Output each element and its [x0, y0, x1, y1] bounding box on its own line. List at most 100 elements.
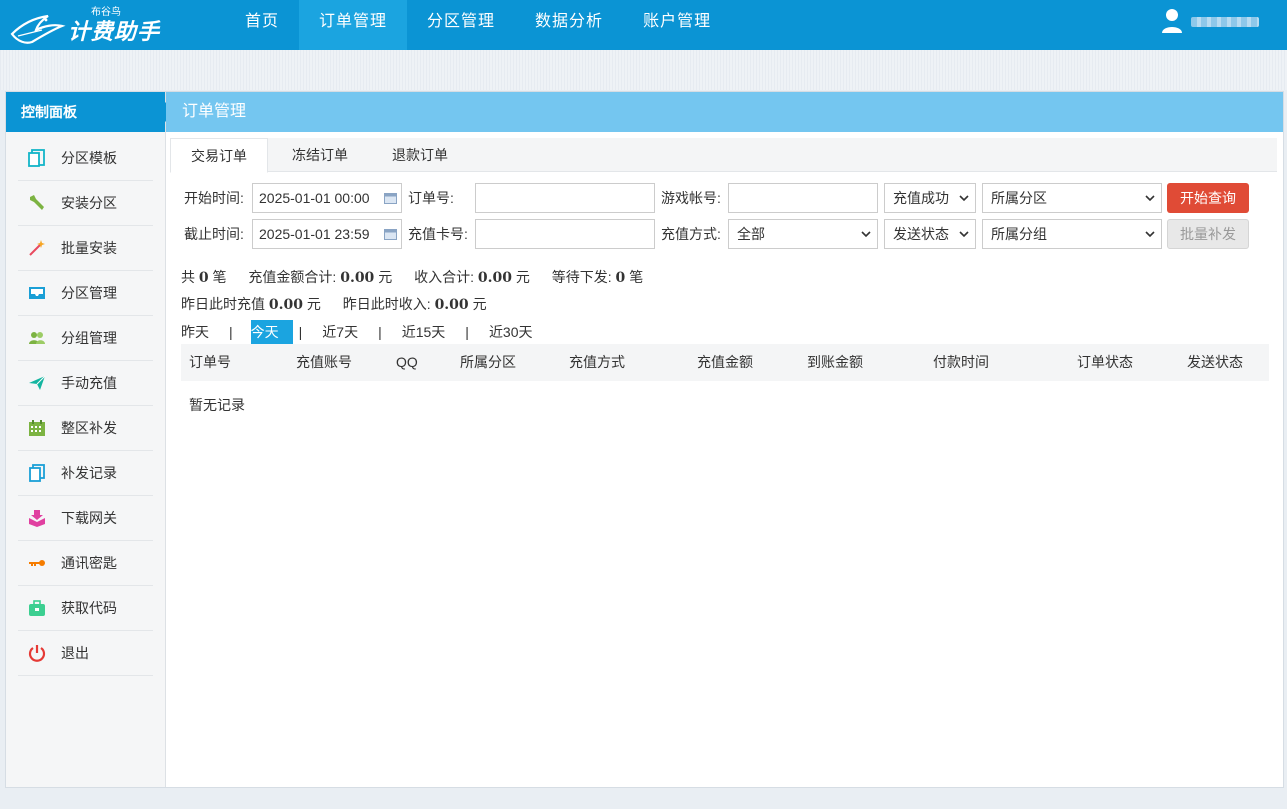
yuan-unit: 元	[306, 296, 321, 312]
total-count: 0	[198, 270, 209, 286]
tab-frozen-orders[interactable]: 冻结订单	[272, 138, 368, 172]
range-separator: |	[465, 324, 469, 340]
batch-reissue-button[interactable]: 批量补发	[1167, 219, 1249, 249]
content-area: 订单管理 交易订单 冻结订单 退款订单 开始时间: 2025-01-01 00:…	[166, 92, 1283, 787]
calendar-icon	[384, 193, 397, 204]
user-menu[interactable]	[1161, 8, 1259, 34]
content-title: 订单管理	[166, 92, 1283, 132]
sidebar-item-reissue-log[interactable]: 补发记录	[18, 451, 153, 496]
filter-row-1: 开始时间: 2025-01-01 00:00 订单号: 游戏帐号: 充值成功 所…	[184, 183, 1162, 213]
yesterday-recharge: 0.00	[268, 297, 303, 313]
logo-title: 计费助手	[68, 19, 161, 44]
yesterday-recharge-label: 昨日此时充值	[181, 296, 265, 312]
start-time-label: 开始时间:	[184, 190, 244, 206]
order-no-label: 订单号:	[408, 190, 454, 206]
sidebar-item-group-manage[interactable]: 分组管理	[18, 316, 153, 361]
sidebar-item-logout[interactable]: 退出	[18, 631, 153, 676]
range-today[interactable]: 今天	[250, 320, 293, 344]
income-sum: 0.00	[477, 270, 512, 286]
col-received-amount: 到账金额	[807, 354, 863, 370]
group-select[interactable]: 所属分组	[982, 219, 1162, 249]
recharge-sum: 0.00	[340, 270, 375, 286]
briefcase-icon	[26, 597, 48, 619]
sidebar-item-manual-recharge[interactable]: 手动充值	[18, 361, 153, 406]
range-15days[interactable]: 近15天	[402, 320, 446, 344]
pay-method-select[interactable]: 全部	[728, 219, 878, 249]
nav-zones[interactable]: 分区管理	[407, 0, 515, 50]
range-separator: |	[378, 324, 382, 340]
order-tabs: 交易订单 冻结订单 退款订单	[170, 138, 1277, 173]
start-time-input[interactable]: 2025-01-01 00:00	[252, 183, 402, 213]
card-no-label: 充值卡号:	[408, 226, 468, 242]
sidebar-item-label: 批量安装	[61, 240, 117, 256]
end-time-input[interactable]: 2025-01-01 23:59	[252, 219, 402, 249]
end-time-label: 截止时间:	[184, 226, 244, 242]
sidebar-item-label: 分区管理	[61, 285, 117, 301]
sidebar-item-zone-template[interactable]: 分区模板	[18, 136, 153, 181]
user-icon	[1162, 9, 1182, 33]
col-pay-method: 充值方式	[569, 354, 625, 370]
date-range-selector: 昨天 | 今天 | 近7天 | 近15天 | 近30天	[181, 320, 533, 344]
group-select-value: 所属分组	[991, 226, 1047, 242]
paper-plane-icon	[26, 372, 48, 394]
users-icon	[26, 327, 48, 349]
game-account-label: 游戏帐号:	[661, 190, 721, 206]
sidebar-item-batch-install[interactable]: 批量安装	[18, 226, 153, 271]
start-time-value: 2025-01-01 00:00	[259, 190, 370, 206]
send-status-select[interactable]: 发送状态	[884, 219, 976, 249]
inbox-icon	[26, 282, 48, 304]
template-icon	[26, 147, 48, 169]
pay-method-label: 充值方式:	[661, 226, 721, 242]
stats-line-1: 共 0 笔 充值金额合计: 0.00 元 收入合计: 0.00 元 等待下发: …	[181, 267, 643, 287]
pending-count: 0	[615, 270, 626, 286]
query-button[interactable]: 开始查询	[1167, 183, 1249, 213]
recharge-status-value: 充值成功	[893, 190, 949, 206]
card-no-input[interactable]	[475, 219, 655, 249]
user-name-redacted	[1191, 17, 1259, 27]
nav-home[interactable]: 首页	[225, 0, 299, 50]
pending-label: 等待下发:	[551, 269, 612, 285]
sidebar-title: 控制面板	[6, 92, 175, 132]
sidebar-item-comm-key[interactable]: 通讯密匙	[18, 541, 153, 586]
pending-unit: 笔	[629, 269, 644, 285]
tab-trade-orders[interactable]: 交易订单	[170, 138, 268, 173]
chevron-down-icon	[1145, 231, 1155, 238]
order-no-input[interactable]	[475, 183, 655, 213]
tab-refund-orders[interactable]: 退款订单	[372, 138, 468, 172]
zone-select-value: 所属分区	[991, 190, 1047, 206]
sidebar-item-label: 手动充值	[61, 375, 117, 391]
sidebar-item-label: 退出	[61, 645, 89, 661]
download-box-icon	[26, 507, 48, 529]
nav-analytics[interactable]: 数据分析	[515, 0, 623, 50]
logo[interactable]: 布谷鸟 计费助手	[8, 2, 168, 48]
top-bar: 布谷鸟 计费助手 首页 订单管理 分区管理 数据分析 账户管理	[0, 0, 1287, 50]
sidebar-item-download-gateway[interactable]: 下载网关	[18, 496, 153, 541]
col-qq: QQ	[396, 354, 418, 370]
yuan-unit: 元	[472, 296, 487, 312]
range-separator: |	[298, 324, 303, 340]
total-prefix: 共	[181, 269, 195, 285]
col-order-status: 订单状态	[1077, 354, 1133, 370]
game-account-input[interactable]	[728, 183, 878, 213]
sidebar-item-label: 补发记录	[61, 465, 117, 481]
recharge-status-select[interactable]: 充值成功	[884, 183, 976, 213]
nav-account[interactable]: 账户管理	[623, 0, 731, 50]
sidebar-item-label: 通讯密匙	[61, 555, 117, 571]
calendar-icon	[384, 229, 397, 240]
zone-select[interactable]: 所属分区	[982, 183, 1162, 213]
range-yesterday[interactable]: 昨天	[181, 320, 209, 344]
sidebar-menu: 分区模板 安装分区 批量安装 分区管理 分组管理 手动充值 整区补发 补发记录 …	[6, 132, 165, 676]
sidebar-item-install-zone[interactable]: 安装分区	[18, 181, 153, 226]
range-30days[interactable]: 近30天	[489, 320, 533, 344]
col-order-no: 订单号	[189, 354, 231, 370]
sidebar-item-zone-reissue[interactable]: 整区补发	[18, 406, 153, 451]
chevron-down-icon	[861, 231, 871, 238]
range-7days[interactable]: 近7天	[322, 320, 358, 344]
orders-table: 订单号 充值账号 QQ 所属分区 充值方式 充值金额 到账金额 付款时间 订单状…	[181, 344, 1269, 415]
empty-message: 暂无记录	[189, 397, 245, 413]
sidebar-item-get-code[interactable]: 获取代码	[18, 586, 153, 631]
sidebar-item-zone-manage[interactable]: 分区管理	[18, 271, 153, 316]
col-zone: 所属分区	[460, 354, 516, 370]
nav-orders[interactable]: 订单管理	[299, 0, 408, 50]
magic-wand-icon	[26, 237, 48, 259]
